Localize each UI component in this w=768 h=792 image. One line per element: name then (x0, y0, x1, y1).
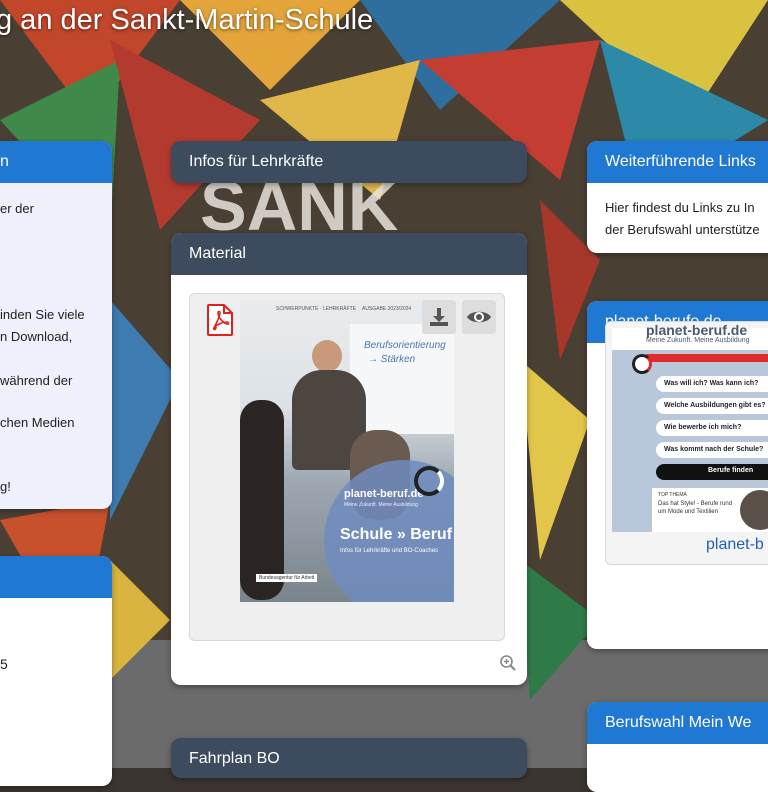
shot-logo (632, 354, 652, 374)
shot-brand: planet-beruf.de (646, 322, 748, 338)
shot-question: Welche Ausbildungen gibt es? (656, 398, 768, 414)
weiterfuehrende-text: Hier findest du Links zu In (605, 200, 755, 215)
website-preview-caption[interactable]: planet-b (706, 536, 764, 554)
shot-nav (646, 354, 768, 362)
weiterfuehrende-text: der Berufswahl unterstütze (605, 222, 760, 237)
left-second-card: 5 (0, 556, 112, 786)
planet-berufe-card: planet-berufe.de planet-beruf.de Meine Z… (587, 301, 768, 649)
shot-tip-panel: TOP THEMA Das hat Style! - Berufe rund u… (652, 488, 768, 532)
cover-handwriting: → Stärken (368, 354, 416, 365)
berufswahl-header[interactable]: Berufswahl Mein We (587, 702, 768, 744)
eye-icon (467, 311, 491, 323)
left-card-line: chen Medien (0, 415, 75, 430)
shot-tip-text: Das hat Style! - Berufe rund um Mode und… (658, 501, 733, 515)
shot-tip-image (740, 490, 768, 530)
cover-brand-sub: Meine Zukunft. Meine Ausbildung (344, 502, 418, 508)
material-card: Material SCHWERPUNKTE · LEHRKRÄFTE AUSGA… (171, 233, 527, 685)
shot-button-label: Berufe finden (708, 467, 754, 474)
weiterfuehrende-links-body: Hier findest du Links zu In der Berufswa… (587, 183, 768, 249)
shot-question: Was kommt nach der Schule? (656, 442, 768, 458)
cover-headline: Schule » Beruf (340, 526, 453, 543)
infos-lehrkraefte-header[interactable]: Infos für Lehrkräfte (171, 141, 527, 183)
preview-button[interactable] (462, 300, 496, 334)
left-card-line: inden Sie viele (0, 307, 85, 322)
download-button[interactable] (422, 300, 456, 334)
left-card-line: während der (0, 373, 73, 388)
material-card-header: Material (171, 233, 527, 275)
cover-person (240, 400, 284, 600)
download-icon (430, 308, 448, 326)
left-card-line: er der (0, 201, 34, 216)
left-card-line: g! (0, 479, 11, 494)
berufswahl-card: Berufswahl Mein We (587, 702, 768, 792)
shot-tagline: Meine Zukunft. Meine Ausbildung (646, 337, 750, 344)
pdf-icon (206, 304, 234, 341)
left-info-card: n er der inden Sie viele n Download, wäh… (0, 141, 112, 509)
weiterfuehrende-links-header[interactable]: Weiterführende Links (587, 141, 768, 183)
brochure-cover: SCHWERPUNKTE · LEHRKRÄFTE AUSGABE 2023/2… (240, 300, 454, 602)
left-card-header: n (0, 141, 112, 183)
cover-person (312, 340, 342, 372)
fahrplan-bo-title: Fahrplan BO (189, 750, 280, 767)
infos-lehrkraefte-title: Infos für Lehrkräfte (189, 153, 324, 170)
cover-subline: Infos für Lehrkräfte und BO-Coaches (340, 548, 439, 554)
cover-handwriting: Berufsorientierung (364, 340, 446, 351)
document-viewer[interactable]: SCHWERPUNKTE · LEHRKRÄFTE AUSGABE 2023/2… (189, 293, 505, 641)
left-second-card-value: 5 (0, 656, 8, 672)
left-card-line: n Download, (0, 329, 73, 344)
shot-button: Berufe finden (656, 464, 768, 480)
cover-footer: Bundesagentur für Arbeit (256, 574, 318, 582)
left-second-card-header (0, 556, 112, 598)
website-preview[interactable]: planet-beruf.de Meine Zukunft. Meine Aus… (605, 321, 768, 565)
cover-header-right: AUSGABE 2023/2024 (362, 306, 412, 312)
cover-header-left: SCHWERPUNKTE · LEHRKRÄFTE (276, 306, 357, 312)
fahrplan-bo-header[interactable]: Fahrplan BO (171, 738, 527, 778)
zoom-in-icon[interactable] (499, 654, 517, 677)
shot-question: Was will ich? Was kann ich? (656, 376, 768, 392)
page-title: g an der Sankt-Martin-Schule (0, 4, 374, 36)
weiterfuehrende-links-card: Weiterführende Links Hier findest du Lin… (587, 141, 768, 253)
cover-logo (414, 466, 444, 496)
shot-question: Wie bewerbe ich mich? (656, 420, 768, 436)
website-screenshot: planet-beruf.de Meine Zukunft. Meine Aus… (612, 322, 768, 532)
shot-tip-label: TOP THEMA (658, 492, 687, 498)
cover-brand: planet-beruf.de (344, 488, 424, 500)
